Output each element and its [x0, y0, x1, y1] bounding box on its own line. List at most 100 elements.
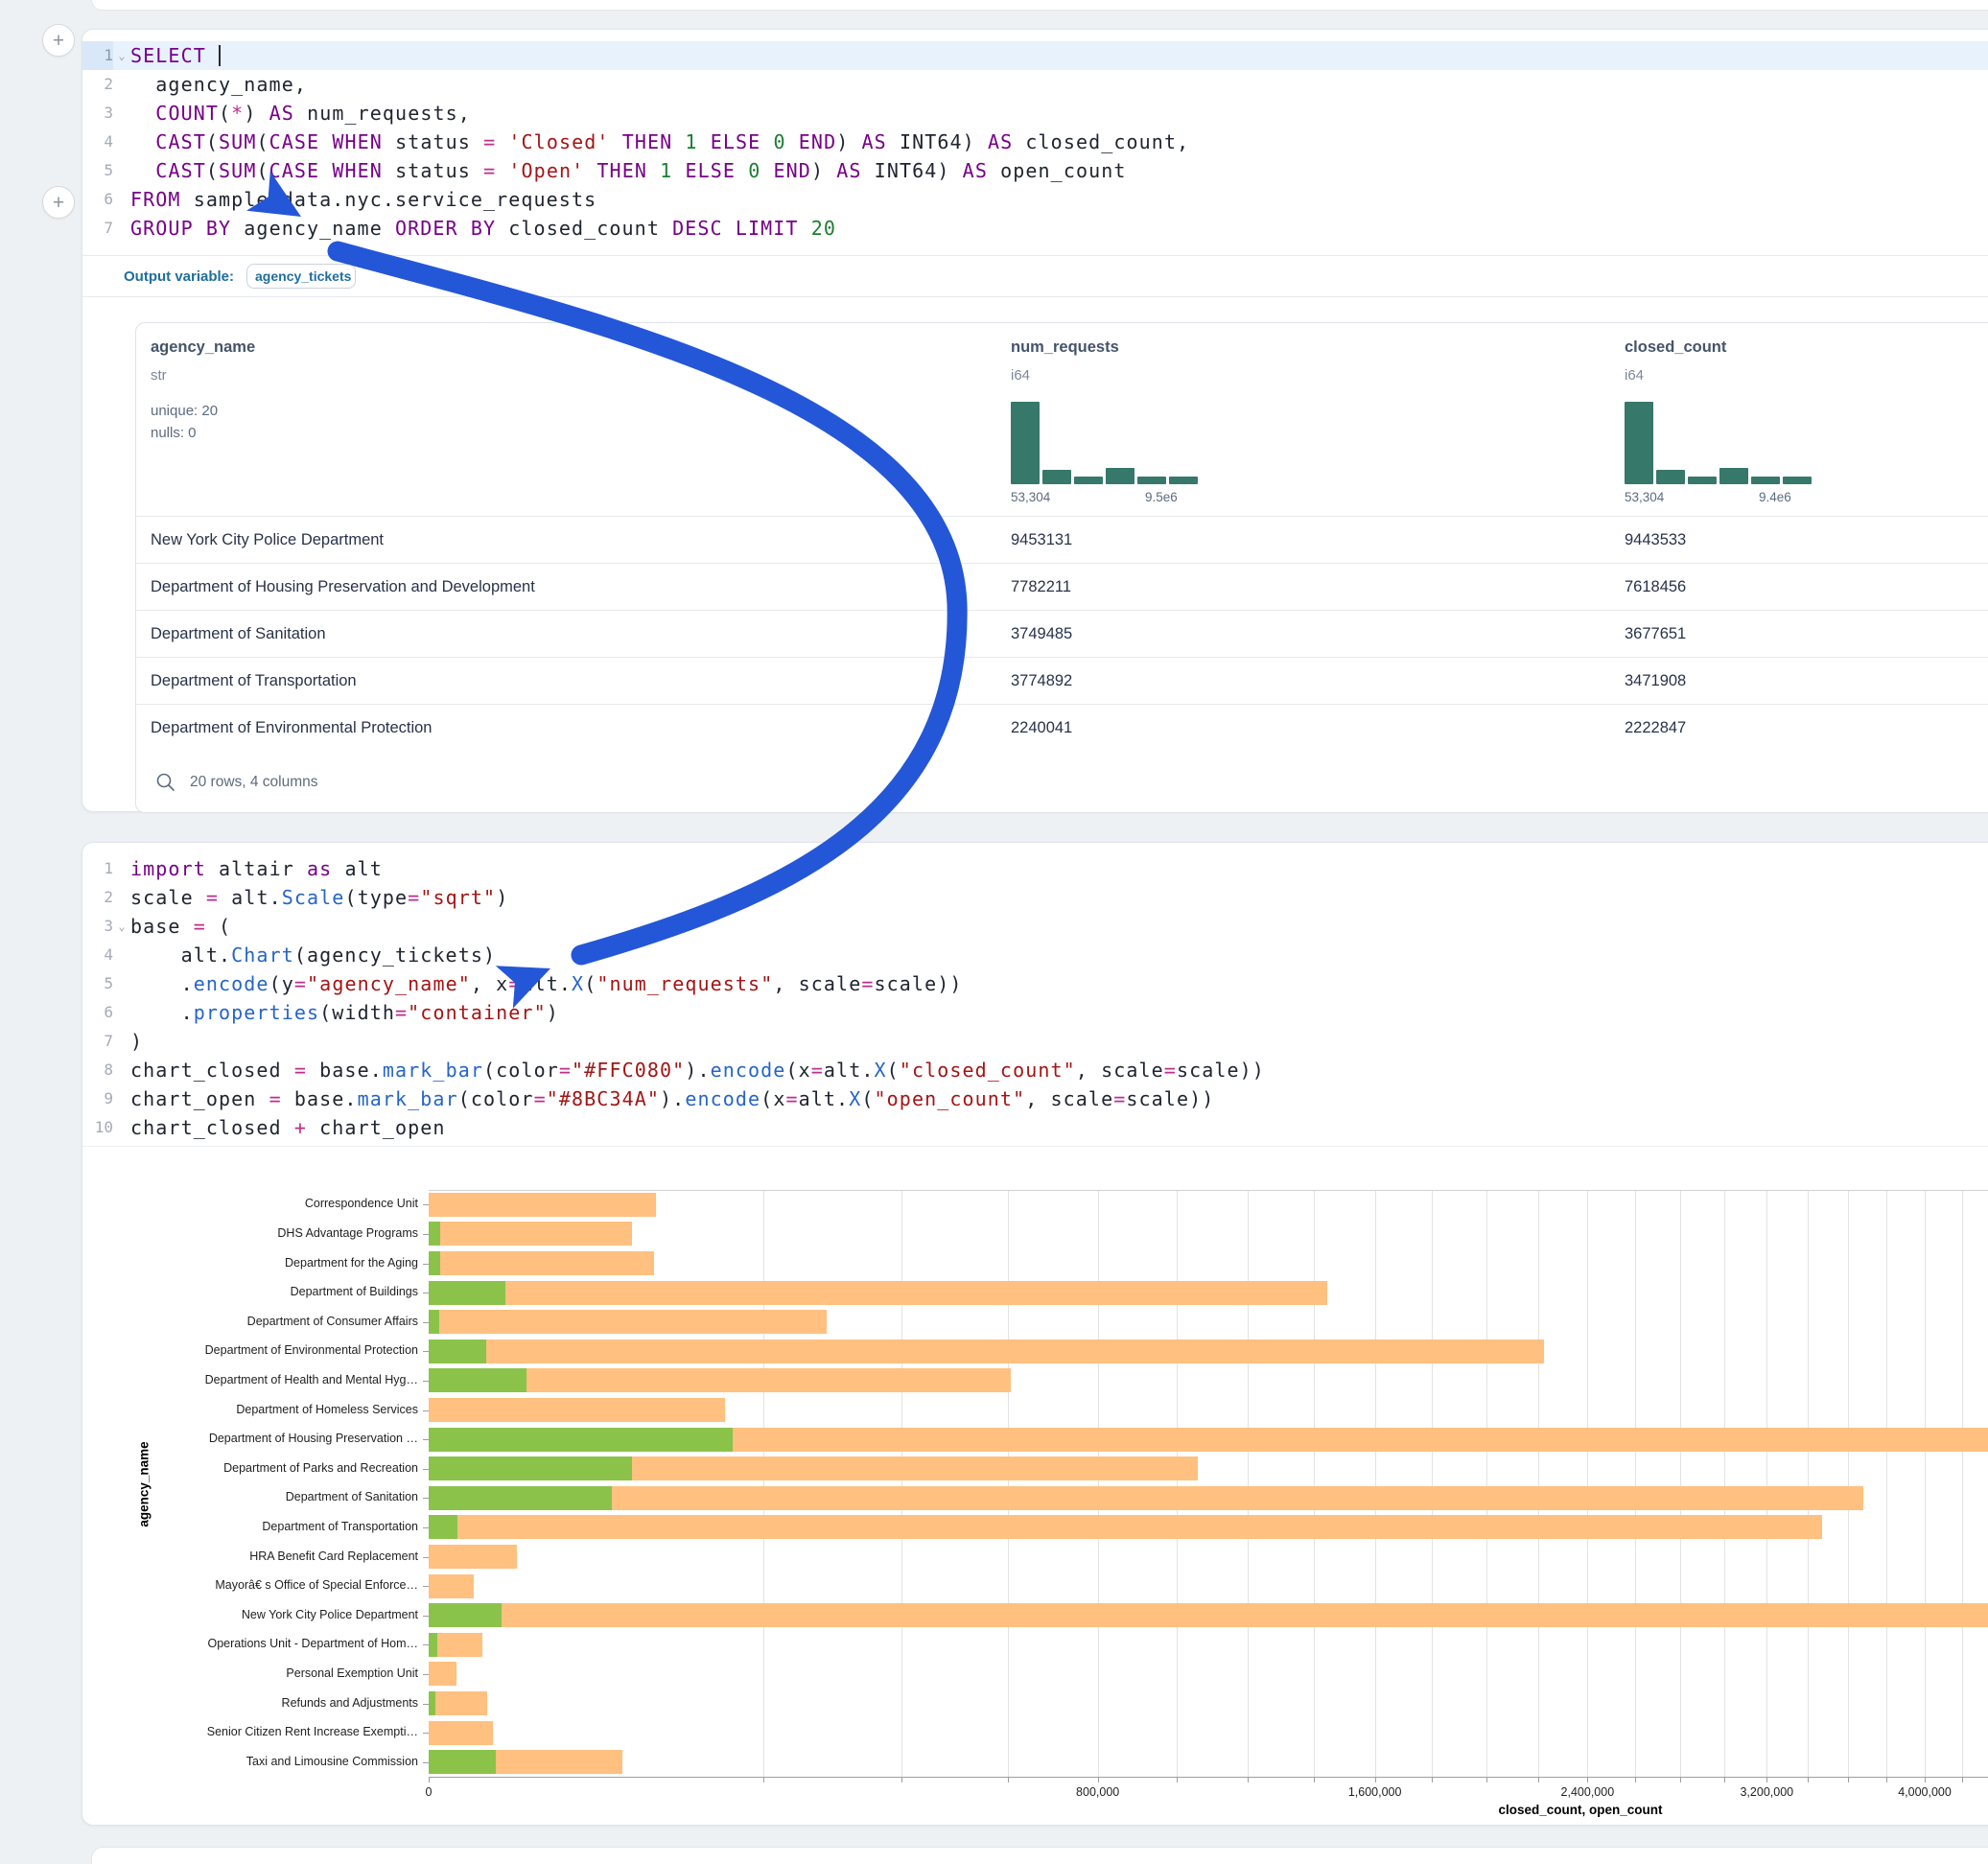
bar-open-count[interactable] [429, 1251, 440, 1275]
code-line[interactable]: 5 .encode(y="agency_name", x=alt.X("num_… [82, 969, 1988, 998]
add-cell-button[interactable]: + [42, 24, 75, 57]
gridline [1766, 1190, 1767, 1777]
y-axis-label: HRA Benefit Card Replacement [0, 1549, 418, 1563]
code-line[interactable]: 7GROUP BY agency_name ORDER BY closed_co… [82, 214, 1988, 243]
bar-open-count[interactable] [429, 1310, 439, 1334]
y-axis-label: DHS Advantage Programs [0, 1226, 418, 1240]
y-tick [423, 1439, 429, 1440]
bar-closed-count[interactable] [429, 1721, 493, 1745]
python-editor[interactable]: 1import altair as alt2scale = alt.Scale(… [82, 843, 1988, 1142]
code-line[interactable]: 2 agency_name, [82, 70, 1988, 99]
gridline [1635, 1190, 1636, 1777]
bar-open-count[interactable] [429, 1603, 502, 1627]
output-variable-pill[interactable]: agency_tickets [246, 264, 356, 289]
table-row[interactable]: Department of Transportation377489234719… [136, 657, 1988, 705]
bar-closed-count[interactable] [429, 1193, 656, 1217]
gridline [1177, 1190, 1178, 1777]
bar-closed-count[interactable] [429, 1310, 827, 1334]
bar-open-count[interactable] [429, 1456, 632, 1480]
gridline [1680, 1190, 1681, 1777]
y-axis-label: Department of Transportation [0, 1520, 418, 1533]
y-tick [423, 1557, 429, 1558]
bar-open-count[interactable] [429, 1633, 437, 1657]
bar-closed-count[interactable] [429, 1691, 487, 1715]
table-cell: 2240041 [1011, 705, 1072, 752]
fold-spacer [113, 998, 130, 1027]
bar-open-count[interactable] [429, 1340, 486, 1363]
add-cell-button[interactable]: + [42, 186, 75, 219]
line-number: 9 [82, 1084, 113, 1113]
code-text: import altair as alt [130, 854, 1988, 883]
column-type: i64 [1625, 367, 1644, 384]
bar-open-count[interactable] [429, 1515, 457, 1539]
y-tick [423, 1204, 429, 1205]
bar-closed-count[interactable] [429, 1398, 725, 1422]
table-row[interactable]: Department of Environmental Protection 22… [136, 704, 1988, 752]
bar-closed-count[interactable] [429, 1222, 632, 1246]
bar-open-count[interactable] [429, 1428, 733, 1452]
bar-closed-count[interactable] [429, 1603, 1988, 1627]
code-line[interactable]: 4 CAST(SUM(CASE WHEN status = 'Closed' T… [82, 128, 1988, 156]
fold-spacer [113, 941, 130, 969]
column-header[interactable]: num_requests [1011, 338, 1119, 357]
y-axis-label: Personal Exemption Unit [0, 1666, 418, 1680]
bar-closed-count[interactable] [429, 1545, 517, 1569]
code-line[interactable]: 3 COUNT(*) AS num_requests, [82, 99, 1988, 128]
fold-chevron-icon[interactable]: ⌄ [113, 912, 130, 941]
bar-closed-count[interactable] [429, 1515, 1822, 1539]
y-axis-label: Department of Housing Preservation … [0, 1432, 418, 1445]
bar-closed-count[interactable] [429, 1486, 1863, 1510]
x-tick [1008, 1777, 1009, 1782]
histogram-bar [1169, 477, 1198, 484]
x-tick [1538, 1777, 1539, 1782]
x-tick [1432, 1777, 1433, 1782]
code-line[interactable]: 6FROM sample_data.nyc.service_requests [82, 185, 1988, 214]
code-line[interactable]: 3⌄base = ( [82, 912, 1988, 941]
table-cell: Department of Environmental Protection [151, 705, 432, 752]
x-axis-line [429, 1777, 1988, 1778]
bar-closed-count[interactable] [429, 1281, 1327, 1305]
y-tick [423, 1351, 429, 1352]
table-row[interactable]: Department of Sanitation37494853677651 [136, 610, 1988, 658]
bar-closed-count[interactable] [429, 1340, 1544, 1363]
code-line[interactable]: 10chart_closed + chart_open [82, 1113, 1988, 1142]
x-tick [429, 1777, 430, 1782]
x-axis-label: 800,000 [1031, 1785, 1165, 1799]
bar-closed-count[interactable] [429, 1662, 456, 1686]
code-line[interactable]: 2scale = alt.Scale(type="sqrt") [82, 883, 1988, 912]
bar-closed-count[interactable] [429, 1251, 654, 1275]
x-axis-label: 3,200,000 [1699, 1785, 1834, 1799]
y-axis-label: Department of Buildings [0, 1285, 418, 1298]
x-axis-title: closed_count, open_count [1389, 1803, 1772, 1817]
code-line[interactable]: 1import altair as alt [82, 854, 1988, 883]
code-line[interactable]: 4 alt.Chart(agency_tickets) [82, 941, 1988, 969]
code-line[interactable]: 9chart_open = base.mark_bar(color="#8BC3… [82, 1084, 1988, 1113]
table-row[interactable]: Department of Housing Preservation and D… [136, 563, 1988, 611]
code-line[interactable]: 6 .properties(width="container") [82, 998, 1988, 1027]
line-number: 8 [82, 1056, 113, 1084]
line-number: 3 [82, 912, 113, 941]
bar-open-count[interactable] [429, 1691, 435, 1715]
fold-chevron-icon[interactable]: ⌄ [113, 41, 130, 70]
code-line[interactable]: 5 CAST(SUM(CASE WHEN status = 'Open' THE… [82, 156, 1988, 185]
code-line[interactable]: 1⌄SELECT [82, 41, 1988, 70]
table-row[interactable]: New York City Police Department945313194… [136, 516, 1988, 564]
column-type: i64 [1011, 367, 1030, 384]
code-line[interactable]: 8chart_closed = base.mark_bar(color="#FF… [82, 1056, 1988, 1084]
bar-open-count[interactable] [429, 1368, 526, 1392]
bar-open-count[interactable] [429, 1222, 440, 1246]
search-icon[interactable] [155, 772, 176, 793]
y-axis-label: New York City Police Department [0, 1608, 418, 1621]
x-tick [1886, 1777, 1887, 1782]
sql-editor[interactable]: 1⌄SELECT 2 agency_name,3 COUNT(*) AS num… [82, 30, 1988, 243]
code-line[interactable]: 7) [82, 1027, 1988, 1056]
bar-open-count[interactable] [429, 1750, 496, 1774]
bar-open-count[interactable] [429, 1486, 612, 1510]
x-tick [1808, 1777, 1809, 1782]
bar-closed-count[interactable] [429, 1574, 474, 1598]
column-header[interactable]: closed_count [1625, 338, 1726, 357]
y-tick [423, 1762, 429, 1763]
bar-open-count[interactable] [429, 1281, 505, 1305]
table-cell: 9453131 [1011, 517, 1072, 564]
column-header[interactable]: agency_name [151, 338, 255, 357]
